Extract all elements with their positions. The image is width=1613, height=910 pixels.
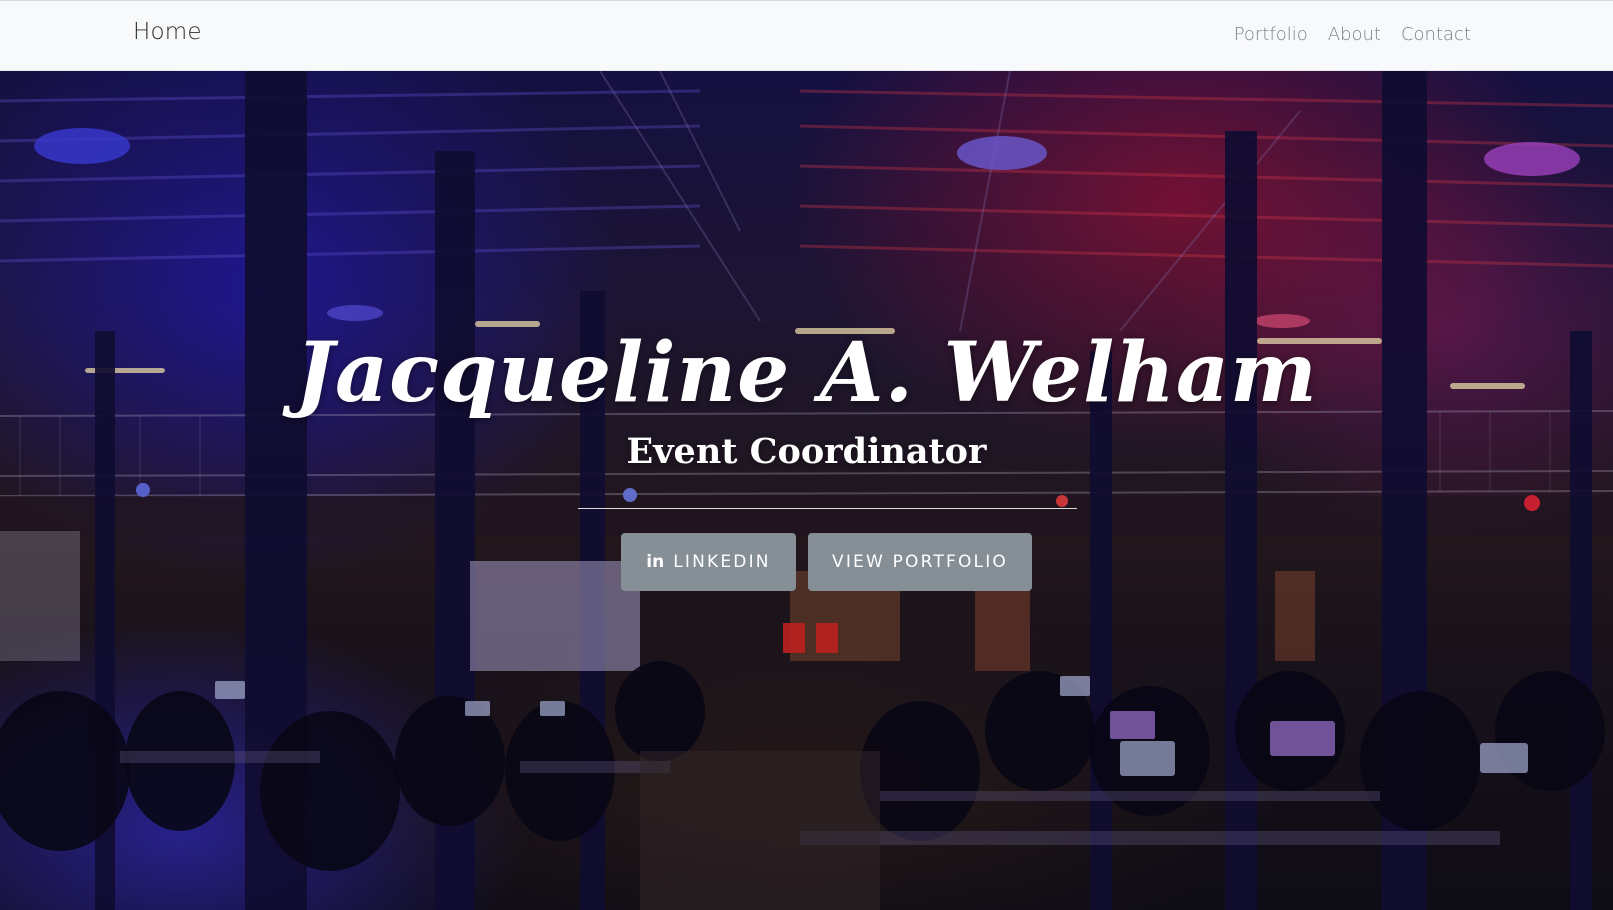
linkedin-icon: in [646, 552, 665, 572]
home-link[interactable]: Home [133, 19, 202, 45]
hero-section: Jacqueline A. Welham Event Coordinator i… [0, 71, 1613, 910]
linkedin-button[interactable]: in LINKEDIN [621, 533, 796, 591]
hero-name-heading: Jacqueline A. Welham [295, 325, 1318, 421]
nav-links: Portfolio About Contact [1234, 24, 1471, 45]
hero-background-image [0, 71, 1613, 910]
nav-contact-link[interactable]: Contact [1401, 24, 1471, 45]
view-portfolio-button[interactable]: VIEW PORTFOLIO [808, 533, 1032, 591]
view-portfolio-button-label: VIEW PORTFOLIO [831, 552, 1008, 572]
hero-job-title: Event Coordinator [626, 431, 987, 472]
nav-about-link[interactable]: About [1328, 24, 1381, 45]
hero-divider [578, 508, 1077, 509]
nav-portfolio-link[interactable]: Portfolio [1234, 24, 1308, 45]
linkedin-button-label: LINKEDIN [673, 552, 771, 572]
top-navbar: Home Portfolio About Contact [0, 0, 1613, 71]
